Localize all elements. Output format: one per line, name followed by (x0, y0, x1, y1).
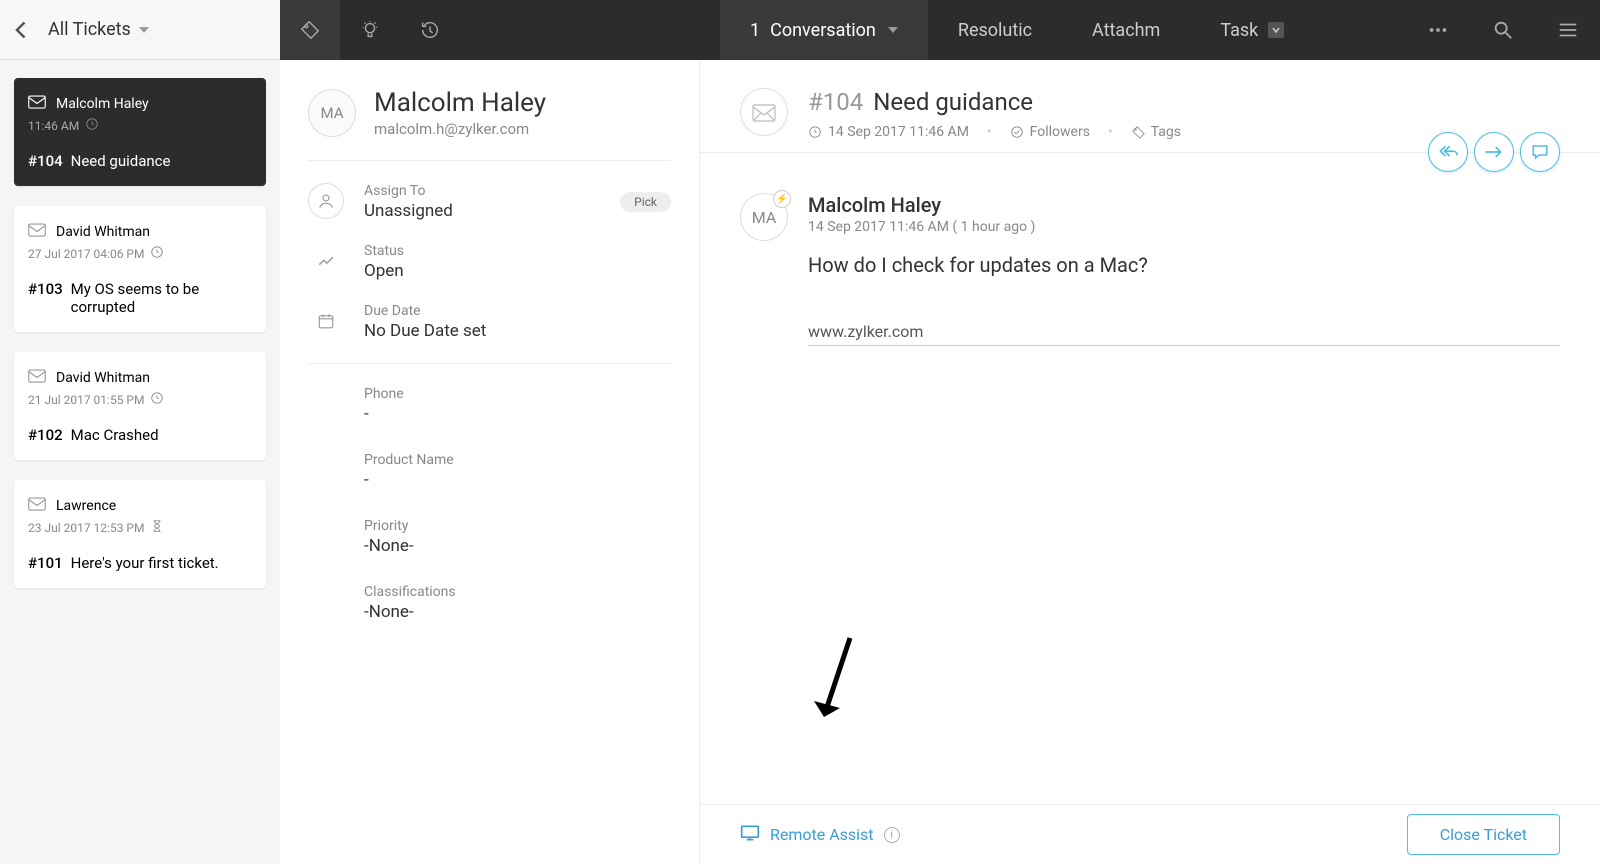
clock-icon (808, 125, 822, 139)
ticket-time: 23 Jul 2017 12:53 PM (28, 521, 144, 535)
ticket-subject: My OS seems to be corrupted (71, 280, 252, 316)
ticket-list: Malcolm Haley 11:46 AM #104 Need guidanc… (0, 60, 280, 864)
back-button[interactable] (12, 20, 32, 40)
monitor-icon (740, 824, 760, 846)
chevron-down-icon[interactable] (139, 27, 149, 33)
ticket-list-title[interactable]: All Tickets (48, 19, 131, 40)
avatar: MA ⚡ (740, 193, 788, 241)
user-icon (308, 183, 344, 219)
product-label: Product Name (364, 452, 671, 468)
separator-dot: • (1108, 124, 1113, 140)
ticket-time: 27 Jul 2017 04:06 PM (28, 247, 144, 261)
history-icon[interactable] (400, 0, 460, 60)
tag-icon (1131, 125, 1145, 139)
due-label: Due Date (364, 303, 486, 319)
ticket-subject: Need guidance (873, 88, 1033, 116)
ticket-time: 21 Jul 2017 01:55 PM (28, 393, 144, 407)
ticket-card[interactable]: David Whitman 27 Jul 2017 04:06 PM #103 … (14, 206, 266, 332)
product-value: - (364, 470, 671, 490)
calendar-icon (308, 303, 344, 339)
ticket-card[interactable]: Malcolm Haley 11:46 AM #104 Need guidanc… (14, 78, 266, 186)
tab-task[interactable]: Task (1190, 0, 1314, 60)
ticket-subject: Mac Crashed (71, 426, 159, 444)
check-circle-icon (1010, 125, 1024, 139)
pick-button[interactable]: Pick (620, 192, 671, 212)
ticket-sender: David Whitman (56, 224, 150, 240)
ticket-subject: Need guidance (71, 152, 171, 170)
tab-attachment[interactable]: Attachm (1062, 0, 1190, 60)
ticket-subject: Here's your first ticket. (71, 554, 219, 572)
hourglass-icon (150, 519, 164, 536)
tab-label: Attachm (1092, 20, 1160, 41)
tab-label: Task (1220, 20, 1258, 41)
tags-link[interactable]: Tags (1131, 124, 1181, 140)
ticket-card[interactable]: Lawrence 23 Jul 2017 12:53 PM #101 Here'… (14, 480, 266, 588)
search-icon[interactable] (1470, 0, 1535, 60)
tab-count: 1 (750, 20, 760, 41)
clock-icon (85, 117, 99, 134)
tag-icon[interactable] (280, 0, 340, 60)
clock-icon (150, 245, 164, 262)
phone-value: - (364, 404, 671, 424)
ticket-number: #104 (808, 88, 863, 116)
detail-panel: MA Malcolm Haley malcolm.h@zylker.com As… (280, 60, 700, 864)
followers-link[interactable]: Followers (1010, 124, 1090, 140)
annotation-arrow (810, 633, 860, 727)
tab-label: Conversation (770, 20, 876, 41)
assign-value[interactable]: Unassigned (364, 201, 453, 221)
contact-email: malcolm.h@zylker.com (374, 120, 546, 138)
trend-icon (308, 243, 344, 279)
remote-assist-button[interactable]: Remote Assist i (740, 824, 900, 846)
clock-icon (150, 391, 164, 408)
info-icon[interactable]: i (884, 827, 900, 843)
mail-icon (740, 88, 788, 136)
remote-assist-label: Remote Assist (770, 825, 874, 844)
priority-value[interactable]: -None- (364, 536, 671, 556)
ticket-sender: Malcolm Haley (56, 96, 149, 112)
ticket-sender: Lawrence (56, 498, 116, 514)
avatar: MA (308, 89, 356, 137)
ticket-id: #102 (28, 426, 63, 444)
separator-dot: • (987, 124, 992, 140)
ticket-card[interactable]: David Whitman 21 Jul 2017 01:55 PM #102 … (14, 352, 266, 460)
class-value[interactable]: -None- (364, 602, 671, 622)
ticket-id: #104 (28, 152, 63, 170)
tab-resolution[interactable]: Resolutic (928, 0, 1062, 60)
more-icon[interactable] (1405, 0, 1470, 60)
mail-icon (28, 496, 46, 515)
status-label: Status (364, 243, 404, 259)
close-ticket-button[interactable]: Close Ticket (1407, 814, 1560, 855)
ticket-sender: David Whitman (56, 370, 150, 386)
phone-label: Phone (364, 386, 671, 402)
contact-name: Malcolm Haley (374, 88, 546, 118)
due-value[interactable]: No Due Date set (364, 321, 486, 341)
bolt-icon: ⚡ (773, 190, 791, 208)
status-value[interactable]: Open (364, 261, 404, 281)
priority-label: Priority (364, 518, 671, 534)
message-time: 14 Sep 2017 11:46 AM ( 1 hour ago ) (808, 219, 1560, 235)
message-author: Malcolm Haley (808, 193, 1560, 217)
lightbulb-icon[interactable] (340, 0, 400, 60)
tab-conversation[interactable]: 1 Conversation (720, 0, 928, 60)
ticket-id: #101 (28, 554, 63, 572)
tab-label: Resolutic (958, 20, 1032, 41)
assign-label: Assign To (364, 183, 453, 199)
class-label: Classifications (364, 584, 671, 600)
chevron-down-icon[interactable] (1268, 22, 1284, 38)
ticket-id: #103 (28, 280, 63, 316)
chevron-down-icon[interactable] (888, 27, 898, 33)
ticket-datetime: 14 Sep 2017 11:46 AM (828, 124, 969, 140)
mail-icon (28, 368, 46, 387)
message-link[interactable]: www.zylker.com (808, 322, 1560, 341)
message-body: How do I check for updates on a Mac? (808, 253, 1560, 277)
mail-icon (28, 222, 46, 241)
mail-icon (28, 94, 46, 113)
ticket-time: 11:46 AM (28, 119, 79, 133)
menu-icon[interactable] (1535, 0, 1600, 60)
